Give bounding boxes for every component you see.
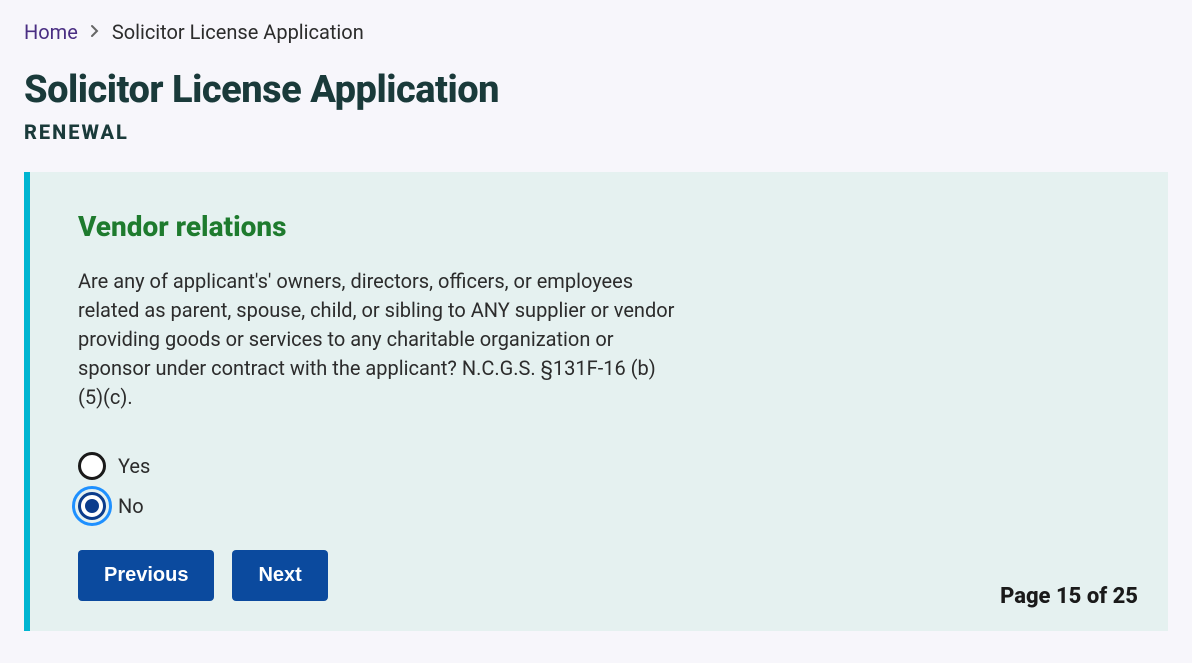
breadcrumb-home-link[interactable]: Home — [24, 20, 78, 44]
question-text: Are any of applicant's' owners, director… — [78, 267, 678, 412]
radio-icon — [78, 492, 106, 520]
next-button[interactable]: Next — [232, 550, 327, 601]
button-row: Previous Next — [78, 550, 1120, 601]
previous-button[interactable]: Previous — [78, 550, 214, 601]
radio-label-yes: Yes — [118, 454, 150, 478]
radio-icon — [78, 452, 106, 480]
radio-group: Yes No — [78, 452, 1120, 520]
section-heading: Vendor relations — [78, 210, 1120, 243]
page-subtitle: RENEWAL — [24, 120, 1168, 144]
radio-option-no[interactable]: No — [78, 492, 1120, 520]
form-panel: Vendor relations Are any of applicant's'… — [24, 172, 1168, 631]
page-title: Solicitor License Application — [24, 68, 1168, 112]
radio-option-yes[interactable]: Yes — [78, 452, 1120, 480]
breadcrumb: Home Solicitor License Application — [24, 20, 1168, 44]
chevron-right-icon — [90, 23, 100, 42]
radio-label-no: No — [118, 494, 144, 518]
page-indicator: Page 15 of 25 — [1000, 584, 1138, 609]
breadcrumb-current: Solicitor License Application — [112, 20, 364, 44]
